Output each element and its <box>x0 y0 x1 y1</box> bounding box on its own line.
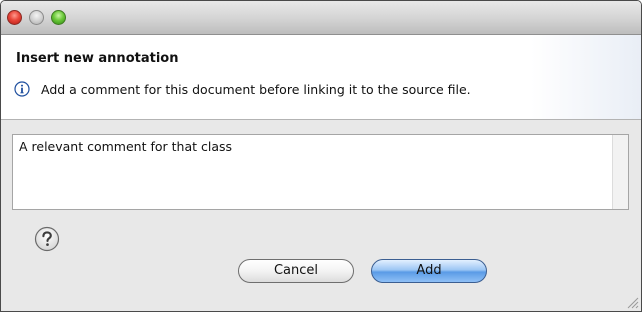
question-mark-icon[interactable] <box>34 226 60 252</box>
dialog-window: Insert new annotation Add a comment for … <box>0 0 642 312</box>
comment-textarea[interactable]: A relevant comment for that class <box>12 134 629 210</box>
header-banner-fade <box>531 35 641 119</box>
cancel-button[interactable]: Cancel <box>238 259 354 283</box>
dialog-header: Insert new annotation Add a comment for … <box>1 35 641 120</box>
dialog-title: Insert new annotation <box>16 51 179 66</box>
add-button[interactable]: Add <box>371 259 487 283</box>
resize-grip-icon[interactable] <box>625 295 639 309</box>
minimize-window-button[interactable] <box>29 10 44 25</box>
comment-text: A relevant comment for that class <box>19 139 233 154</box>
info-icon <box>14 81 30 97</box>
zoom-window-button[interactable] <box>51 10 66 25</box>
textarea-scrollbar[interactable] <box>612 135 628 209</box>
title-bar[interactable] <box>1 1 641 35</box>
close-window-button[interactable] <box>7 10 22 25</box>
dialog-message: Add a comment for this document before l… <box>41 82 471 97</box>
